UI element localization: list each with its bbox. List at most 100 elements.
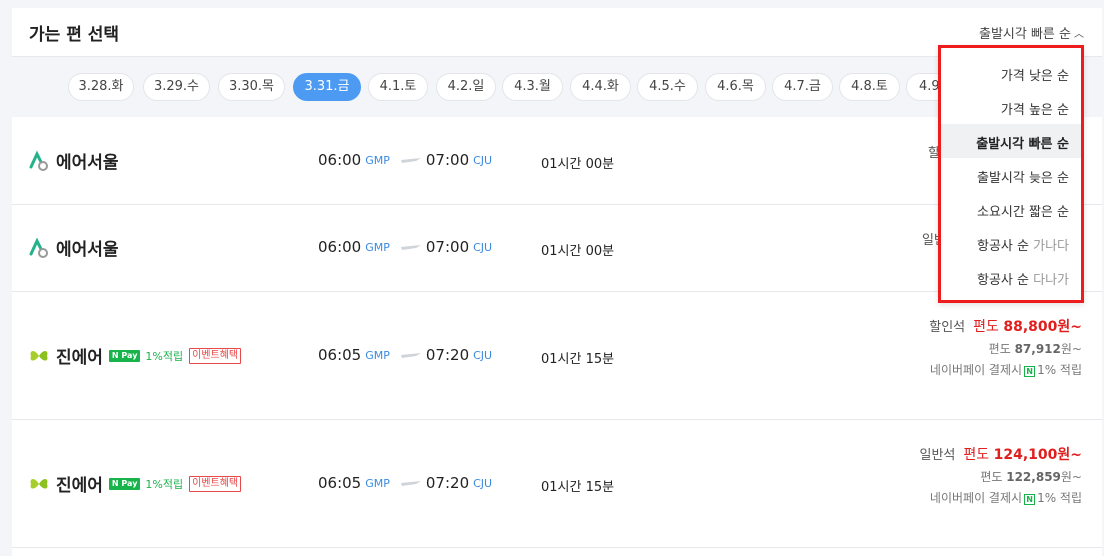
date-chip[interactable]: 4.3.월: [502, 73, 563, 101]
fare-naverpay-price: 편도 87,912원~: [929, 340, 1082, 357]
event-badge: 이벤트혜택: [189, 475, 242, 492]
price: 편도 124,100원~: [963, 447, 1082, 463]
departure-airport: GMP: [365, 240, 390, 254]
airline-info: 에어서울: [28, 235, 119, 260]
sort-option-label: 항공사 순: [976, 273, 1029, 288]
naver-n-icon: N: [1024, 494, 1036, 505]
price-value: 124,100원~: [993, 447, 1082, 463]
date-chip[interactable]: 3.28.화: [68, 73, 134, 101]
jinair-butterfly-logo: [30, 350, 48, 361]
plane-icon: [400, 481, 421, 486]
jinair-butterfly-logo: [30, 478, 48, 489]
date-chip[interactable]: 4.2.일: [436, 73, 496, 101]
departure-time: 06:05: [318, 346, 362, 364]
price-prefix: 편도: [973, 319, 999, 335]
naverpay-note: 네이버페이 결제시: [929, 363, 1023, 377]
date-chip[interactable]: 4.1.토: [368, 73, 428, 101]
fare-info[interactable]: 할인석 편도 88,800원~ 편도 87,912원~ 네이버페이 결제시 N 1% …: [929, 316, 1082, 378]
sort-option-label: 가격 높은 순: [1000, 103, 1069, 118]
sort-option-duration-short[interactable]: 소요시간 짧은 순: [977, 201, 1069, 220]
fare-naverpay-price: 편도 122,859원~: [920, 468, 1082, 485]
npay-badge: N Pay: [108, 349, 141, 362]
sort-option-departure-late[interactable]: 출발시각 늦은 순: [977, 167, 1069, 186]
sort-option-airline-desc[interactable]: 항공사 순 다나가: [977, 269, 1069, 288]
reward-text: 1%적립: [145, 349, 184, 363]
plane-icon: [400, 353, 421, 358]
fare-main: 일반석 편도 124,100원~: [920, 444, 1083, 464]
departure-airport: GMP: [365, 348, 390, 362]
airline-name: 에어서울: [56, 240, 119, 260]
flight-row[interactable]: 진에어 N Pay 1%적립 이벤트혜택 06:05 GMP 07:20 CJU…: [12, 420, 1102, 548]
sub-price-suffix: 원~: [1060, 342, 1082, 356]
flight-times: 06:05 GMP 07:20 CJU: [318, 474, 492, 492]
seat-class: 일반석: [919, 448, 956, 463]
naverpay-reward: 1% 적립: [1037, 491, 1082, 505]
date-chip[interactable]: 4.8.토: [839, 73, 900, 101]
fare-naverpay-note: 네이버페이 결제시 N 1% 적립: [929, 361, 1082, 378]
departure-time: 06:05: [318, 474, 362, 492]
arrival-airport: CJU: [473, 240, 493, 254]
arrival-time: 07:00: [425, 238, 470, 256]
fare-info[interactable]: 일반석 편도 124,100원~ 편도 122,859원~ 네이버페이 결제시 N 1…: [920, 444, 1083, 506]
date-chip[interactable]: 3.29.수: [143, 73, 210, 101]
arrival-airport: CJU: [473, 348, 493, 362]
airline-info: 진에어 N Pay 1%적립 이벤트혜택: [28, 343, 242, 368]
departure-airport: GMP: [365, 153, 390, 167]
sort-option-sublabel: 다나가: [1033, 273, 1069, 288]
airline-info: 에어서울: [28, 148, 119, 173]
chevron-up-icon: ︿: [1074, 29, 1084, 40]
flight-times: 06:05 GMP 07:20 CJU: [318, 346, 492, 364]
departure-time: 06:00: [318, 238, 362, 256]
sort-option-sublabel: 가나다: [1033, 239, 1069, 254]
sort-option-price-high[interactable]: 가격 높은 순: [1001, 99, 1069, 118]
sort-option-label: 소요시간 짧은 순: [977, 205, 1069, 220]
plane-icon: [400, 158, 421, 163]
price: 편도 88,800원~: [973, 319, 1082, 335]
flight-row[interactable]: 진에어 N Pay 1%적립 이벤트혜택 06:05 GMP 07:20 CJU…: [12, 292, 1102, 420]
flight-duration: 01시간 00분: [541, 244, 615, 259]
naver-n-icon: N: [1024, 366, 1036, 377]
date-chip[interactable]: 3.30.목: [218, 73, 285, 101]
arrival-time: 07:00: [425, 151, 470, 169]
departure-airport: GMP: [365, 476, 390, 490]
naverpay-note: 네이버페이 결제시: [929, 491, 1023, 505]
sub-price-prefix: 편도: [988, 342, 1011, 356]
arrival-time: 07:20: [425, 474, 470, 492]
sort-dropdown-toggle[interactable]: 출발시각 빠른 순 ︿: [979, 23, 1084, 42]
flight-duration: 01시간 15분: [541, 480, 615, 495]
sub-price-suffix: 원~: [1060, 470, 1082, 484]
page-title: 가는 편 선택: [29, 25, 120, 45]
sort-option-departure-early[interactable]: 출발시각 빠른 순: [976, 133, 1069, 152]
flight-duration: 01시간 15분: [541, 352, 615, 367]
sort-option-label: 항공사 순: [976, 239, 1029, 254]
flight-times: 06:00 GMP 07:00 CJU: [318, 238, 492, 256]
sort-option-label: 출발시각 늦은 순: [977, 171, 1069, 186]
plane-icon: [400, 245, 421, 250]
event-badge: 이벤트혜택: [189, 347, 242, 364]
date-chip[interactable]: 4.5.수: [637, 73, 698, 101]
date-chip[interactable]: 4.6.목: [705, 73, 766, 101]
airline-info: 진에어 N Pay 1%적립 이벤트혜택: [28, 471, 242, 496]
sort-option-airline-asc[interactable]: 항공사 순 가나다: [977, 235, 1069, 254]
sort-current-label: 출발시각 빠른 순: [979, 27, 1071, 42]
reward-text: 1%적립: [145, 477, 184, 491]
fare-main: 할인석 편도 88,800원~: [929, 316, 1082, 336]
airline-name: 진에어: [56, 476, 103, 496]
date-chip-selected[interactable]: 3.31.금: [293, 73, 361, 101]
airseoul-logo: [29, 150, 48, 171]
date-chip[interactable]: 4.7.금: [772, 73, 833, 101]
flight-times: 06:00 GMP 07:00 CJU: [318, 151, 492, 169]
date-chip[interactable]: 4.4.화: [570, 73, 631, 101]
price-prefix: 편도: [963, 447, 990, 463]
airseoul-logo: [29, 237, 48, 258]
sub-price-value: 87,912: [1014, 342, 1061, 356]
sort-dropdown-menu: 가격 낮은 순 가격 높은 순 출발시각 빠른 순 출발시각 늦은 순 소요시간…: [938, 45, 1084, 303]
npay-badge: N Pay: [108, 477, 141, 490]
flight-duration: 01시간 00분: [541, 157, 615, 172]
sort-option-price-low[interactable]: 가격 낮은 순: [1001, 65, 1069, 84]
arrival-airport: CJU: [473, 476, 493, 490]
arrival-time: 07:20: [425, 346, 470, 364]
price-value: 88,800원~: [1003, 319, 1082, 335]
airline-name: 진에어: [56, 348, 103, 368]
sub-price-value: 122,859: [1006, 470, 1061, 484]
